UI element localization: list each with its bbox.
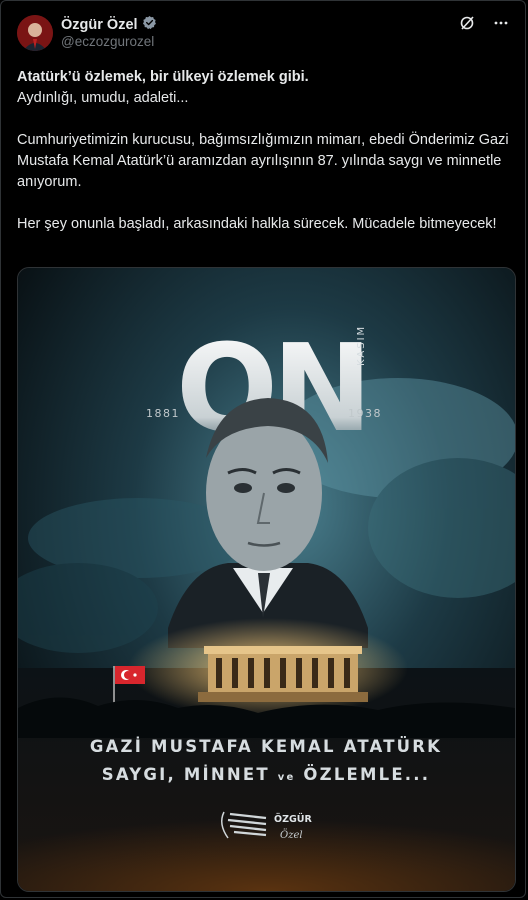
poster-line-1: GAZİ MUSTAFA KEMAL ATATÜRK bbox=[90, 737, 442, 756]
poster-line-2-ve: ve bbox=[278, 772, 296, 783]
mausoleum-anitkabir bbox=[198, 646, 368, 702]
post-text: Atatürk’ü özlemek, bir ülkeyi özlemek gi… bbox=[17, 67, 513, 235]
poster-line-2-part2: ÖZLEMLE... bbox=[303, 765, 430, 784]
poster-line-2-part1: SAYGI, MİNNET bbox=[102, 765, 270, 784]
poster-signature: Özel bbox=[280, 829, 303, 841]
author-name-row: Özgür Özel bbox=[61, 15, 157, 35]
more-icon[interactable] bbox=[493, 15, 509, 36]
poster-brand: ÖZGÜR bbox=[274, 814, 312, 825]
author-name[interactable]: Özgür Özel bbox=[61, 17, 138, 33]
poster-month: KASIM bbox=[356, 325, 367, 366]
top-actions bbox=[459, 15, 509, 36]
poster-line-2: SAYGI, MİNNET ve ÖZLEMLE... bbox=[102, 765, 430, 784]
post-paragraph-2: Cumhuriyetimizin kurucusu, bağımsızlığım… bbox=[17, 132, 509, 190]
poster-bottom-glow bbox=[18, 788, 515, 891]
post-line-1: Atatürk’ü özlemek, bir ülkeyi özlemek gi… bbox=[17, 69, 309, 85]
post-card: Özgür Özel @eczozgurozel Atatürk’ü özlem… bbox=[0, 0, 526, 898]
post-paragraph-3: Her şey onunla başladı, arkasındaki halk… bbox=[17, 216, 497, 232]
post-image[interactable]: ON KASIM 1881 1938 GAZİ MUSTAFA KEMAL AT… bbox=[17, 267, 516, 892]
grok-icon[interactable] bbox=[459, 15, 475, 36]
post-line-2: Aydınlığı, umudu, adaleti... bbox=[17, 90, 189, 106]
author-handle[interactable]: @eczozgurozel bbox=[61, 34, 154, 49]
poster-year-right: 1938 bbox=[348, 407, 382, 420]
poster-year-left: 1881 bbox=[146, 407, 180, 420]
verified-badge-icon bbox=[142, 15, 157, 35]
avatar[interactable] bbox=[17, 15, 53, 51]
